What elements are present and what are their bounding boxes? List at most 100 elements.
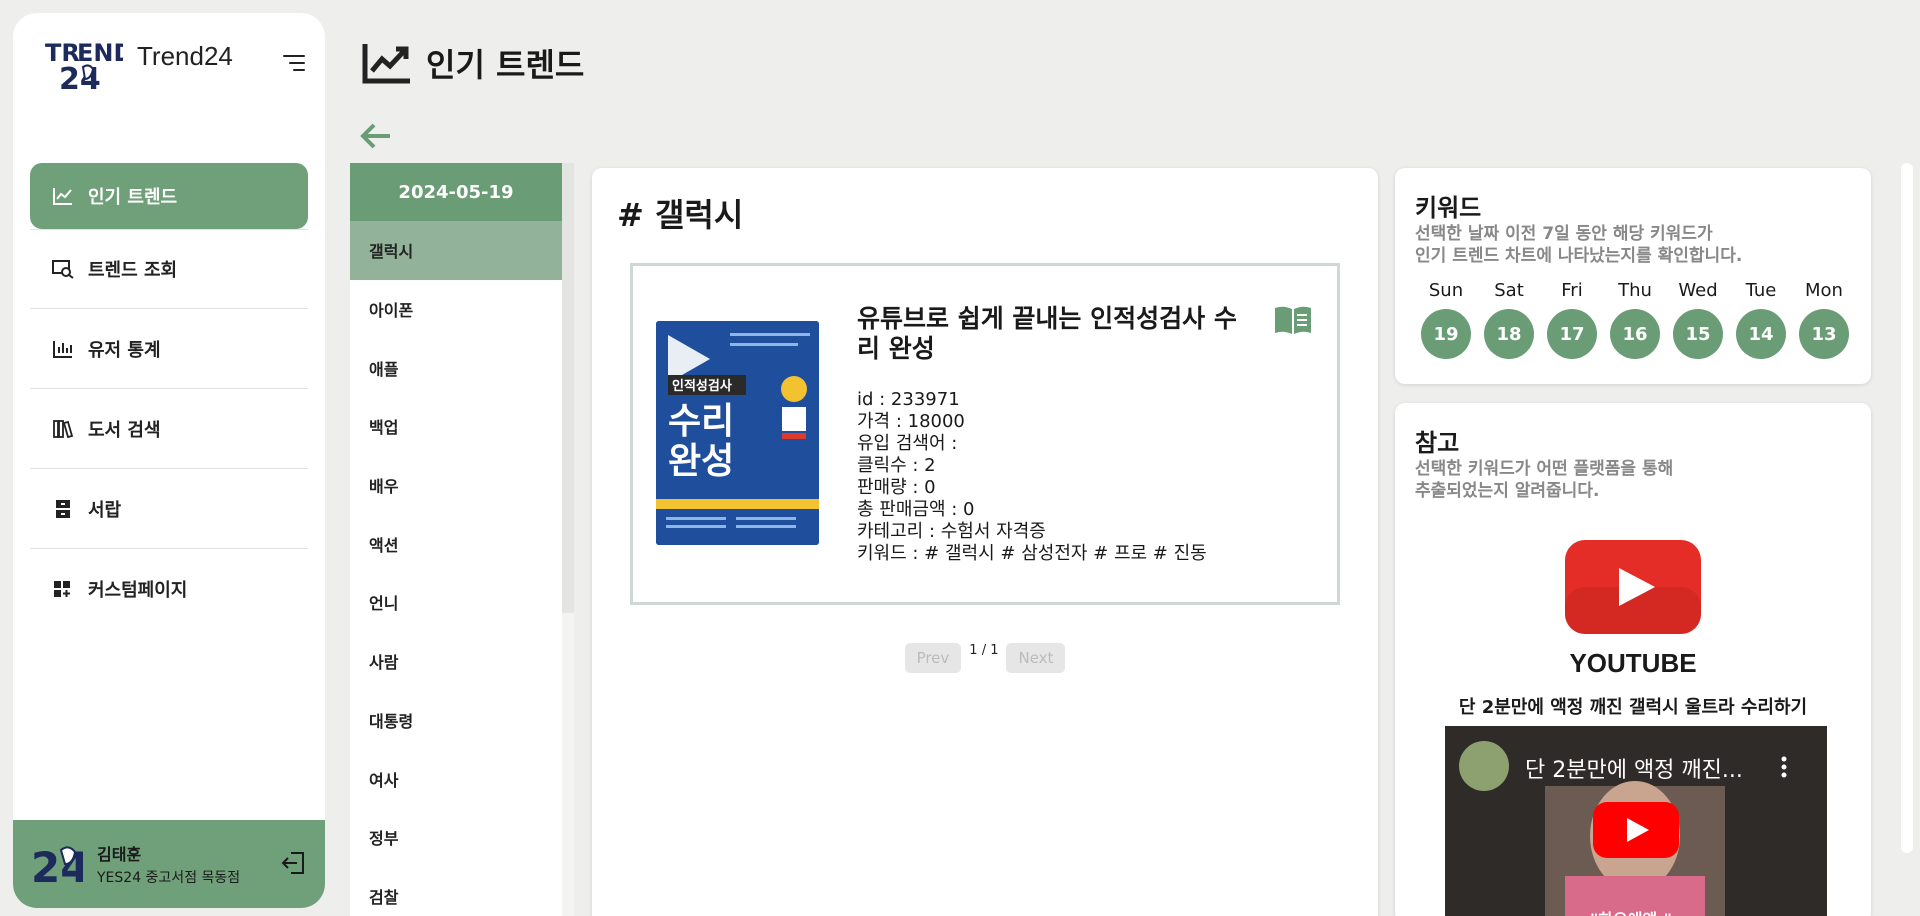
keyword-heading: # 갤럭시	[617, 196, 744, 234]
day-item: Tue 14	[1735, 280, 1787, 359]
reference-card-desc-line: 선택한 키워드가 어떤 플랫폼을 통해	[1415, 459, 1674, 479]
day-name: Tue	[1745, 280, 1777, 301]
brand[interactable]: TR END 24 Trend24	[43, 33, 233, 93]
day-item: Sat 18	[1483, 280, 1535, 359]
drawer-icon	[52, 498, 74, 520]
day-badge[interactable]: 14	[1736, 309, 1786, 359]
book-search-terms: 유입 검색어 :	[857, 433, 958, 454]
keyword-item[interactable]: 검찰	[350, 867, 562, 916]
logout-icon[interactable]	[281, 850, 307, 876]
day-name: Mon	[1805, 280, 1843, 301]
menu-icon[interactable]	[283, 55, 305, 73]
day-item: Fri 17	[1546, 280, 1598, 359]
sidebar-item-label: 도서 검색	[88, 419, 161, 441]
video-title[interactable]: 단 2분만에 액정 깨진 갤럭시 울트라 수리하기	[1395, 693, 1871, 719]
open-book-icon[interactable]	[1273, 304, 1313, 336]
sidebar-item-label: 트렌드 조회	[88, 260, 178, 281]
book-title[interactable]: 유튜브로 쉽게 끝내는 인적성검사 수리 완성	[857, 304, 1247, 364]
user-store: YES24 중고서점 목동점	[97, 870, 241, 886]
user-avatar-logo: 24	[31, 843, 83, 888]
keyword-item[interactable]: 정부	[350, 808, 562, 867]
pagination: Prev 1 / 1 Next	[592, 643, 1378, 673]
day-item: Mon 13	[1798, 280, 1850, 359]
back-arrow-icon[interactable]	[360, 122, 392, 150]
sidebar-item-label: 커스텀페이지	[88, 580, 188, 601]
reference-card-desc-line: 추출되었는지 알려줍니다.	[1415, 481, 1600, 501]
book-cover-image[interactable]: 인적성검사 수리 완성	[656, 321, 819, 545]
day-item: Thu 16	[1609, 280, 1661, 359]
books-icon	[52, 418, 74, 440]
keyword-item[interactable]: 애플	[350, 338, 562, 397]
day-name: Thu	[1618, 280, 1652, 301]
keyword-item[interactable]: 여사	[350, 749, 562, 808]
youtube-logo-icon[interactable]	[1565, 540, 1701, 634]
day-badge[interactable]: 15	[1673, 309, 1723, 359]
bar-chart-icon	[52, 338, 74, 360]
next-button[interactable]: Next	[1006, 643, 1066, 673]
sidebar-item-drawer[interactable]: 서랍	[30, 469, 308, 549]
page-status: 1 / 1	[969, 643, 999, 658]
book-id: id : 233971	[857, 389, 960, 410]
day-item: Wed 15	[1672, 280, 1724, 359]
user-panel: 24 김태훈 YES24 중고서점 목동점	[13, 820, 325, 908]
keyword-list: 2024-05-19 갤럭시 아이폰 애플 백업 배우 액션 언니 사람 대통령…	[350, 163, 562, 916]
trend24-logo: TR END 24	[45, 39, 123, 93]
sidebar-item-user-stats[interactable]: 유저 통계	[30, 309, 308, 389]
day-history: Sun 19 Sat 18 Fri 17 Thu 16 Wed 15 Tue 14 Mon 1…	[1420, 280, 1850, 359]
keyword-detail-card: # 갤럭시 인적성검사 수리 완성 유튜브로 쉽게 끝내는 인적성검사 수리 완…	[592, 168, 1378, 916]
sidebar-item-popular-trend[interactable]: 인기 트렌드	[30, 163, 308, 229]
page-scrollbar[interactable]	[1901, 163, 1913, 853]
sidebar-item-custom-page[interactable]: 커스텀페이지	[30, 549, 308, 629]
video-player[interactable]: 단 2분만에 액정 깨진... "하으애앵:"	[1445, 726, 1827, 916]
video-inner-title: 단 2분만에 액정 깨진...	[1525, 758, 1743, 783]
sidebar-item-label: 유저 통계	[88, 339, 161, 361]
day-name: Fri	[1561, 280, 1583, 301]
keyword-item[interactable]: 백업	[350, 397, 562, 456]
svg-text:24: 24	[31, 843, 83, 888]
keyword-item[interactable]: 아이폰	[350, 280, 562, 339]
sidebar-item-label: 서랍	[88, 499, 122, 521]
sidebar-item-label: 인기 트렌드	[88, 187, 178, 208]
prev-button[interactable]: Prev	[904, 643, 962, 673]
keyword-item[interactable]: 사람	[350, 632, 562, 691]
book-keywords: 키워드 : # 갤럭시 # 삼성전자 # 프로 # 진동	[857, 543, 1207, 564]
sidebar-item-trend-search[interactable]: 트렌드 조회	[30, 229, 308, 309]
keyword-card-desc: 선택한 날짜 이전 7일 동안 해당 키워드가 인기 트렌드 차트에 나타났는지…	[1415, 223, 1742, 267]
keyword-item[interactable]: 배우	[350, 456, 562, 515]
keyword-item[interactable]: 액션	[350, 514, 562, 573]
keyword-list-scrollbar-thumb[interactable]	[562, 163, 574, 613]
sidebar-item-book-search[interactable]: 도서 검색	[30, 389, 308, 469]
keyword-item[interactable]: 언니	[350, 573, 562, 632]
book-clicks: 클릭수 : 2	[857, 455, 936, 476]
day-badge[interactable]: 13	[1799, 309, 1849, 359]
brand-name: Trend24	[137, 40, 233, 71]
day-name: Sat	[1494, 280, 1524, 301]
day-name: Sun	[1428, 280, 1464, 301]
dashboard-add-icon	[52, 578, 74, 600]
keyword-item[interactable]: 갤럭시	[350, 221, 562, 280]
platform-name: YOUTUBE	[1569, 648, 1697, 678]
more-vertical-icon[interactable]	[1781, 756, 1787, 778]
day-badge[interactable]: 16	[1610, 309, 1660, 359]
day-item: Sun 19	[1420, 280, 1472, 359]
page-title: 인기 트렌드	[426, 46, 585, 84]
book-meta: id : 233971 가격 : 18000 유입 검색어 : 클릭수 : 2 …	[857, 389, 1207, 565]
day-badge[interactable]: 17	[1547, 309, 1597, 359]
day-badge[interactable]: 18	[1484, 309, 1534, 359]
keyword-card-desc-line: 선택한 날짜 이전 7일 동안 해당 키워드가	[1415, 224, 1713, 244]
day-badge[interactable]: 19	[1421, 309, 1471, 359]
cover-subtitle: 인적성검사	[672, 378, 732, 394]
reference-card: 참고 선택한 키워드가 어떤 플랫폼을 통해 추출되었는지 알려줍니다. YOU…	[1395, 403, 1871, 916]
play-button-icon[interactable]	[1593, 802, 1679, 858]
book-revenue: 총 판매금액 : 0	[857, 499, 975, 520]
reference-card-title: 참고	[1415, 429, 1460, 457]
cover-title-1: 수리	[668, 401, 734, 442]
keyword-item[interactable]: 대통령	[350, 691, 562, 750]
keyword-card-title: 키워드	[1415, 194, 1482, 222]
page-header: 인기 트렌드	[362, 40, 584, 86]
book-card[interactable]: 인적성검사 수리 완성 유튜브로 쉽게 끝내는 인적성검사 수리 완성 id :…	[630, 263, 1340, 605]
keyword-history-card: 키워드 선택한 날짜 이전 7일 동안 해당 키워드가 인기 트렌드 차트에 나…	[1395, 168, 1871, 384]
cover-title-2: 완성	[668, 441, 734, 482]
book-sales: 판매량 : 0	[857, 477, 936, 498]
channel-avatar[interactable]	[1459, 741, 1509, 791]
